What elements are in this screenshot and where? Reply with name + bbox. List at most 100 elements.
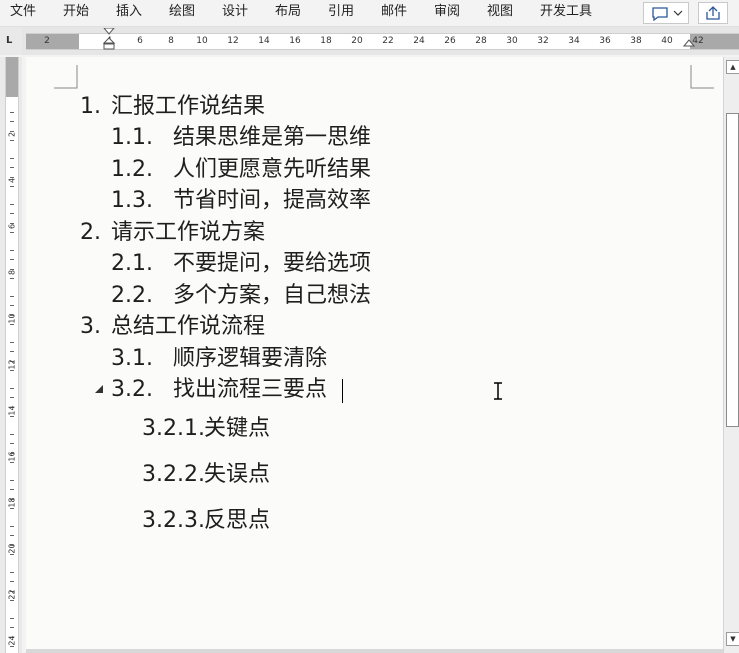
tab-design[interactable]: 设计	[222, 4, 248, 20]
list-text: 关键点	[204, 416, 271, 441]
ruler-number: 10	[196, 36, 208, 46]
document-page[interactable]: 1. 汇报工作说结果 1.1. 结果思维是第一思维 1.2. 人们更愿意先听结果…	[26, 57, 723, 653]
ruler-tick	[10, 305, 14, 307]
ruler-tick	[10, 443, 14, 445]
list-text: 总结工作说流程	[111, 314, 266, 339]
list-number: 3.2.3.	[142, 508, 205, 533]
ibeam-cursor-icon	[494, 382, 502, 400]
ruler-number: 6	[137, 36, 143, 46]
ruler-tick	[10, 489, 14, 491]
ruler-tick	[10, 259, 14, 261]
right-indent-marker-icon[interactable]	[683, 38, 695, 50]
share-button[interactable]	[698, 2, 728, 24]
tab-selector[interactable]: L	[0, 27, 22, 55]
list-text: 汇报工作说结果	[111, 94, 266, 119]
ruler-tick	[10, 388, 14, 390]
tab-insert[interactable]: 插入	[116, 4, 142, 20]
ruler-tick	[10, 213, 14, 215]
ruler-tick	[10, 351, 14, 353]
ruler-tick	[10, 112, 14, 114]
ruler-number: 20	[7, 543, 17, 554]
tab-home[interactable]: 开始	[63, 4, 89, 20]
ruler-tick	[10, 581, 14, 583]
collapse-triangle-icon[interactable]	[94, 384, 104, 394]
ruler-number: 12	[227, 36, 239, 46]
horizontal-scrollbar[interactable]	[26, 649, 723, 653]
list-text: 多个方案，自己想法	[173, 283, 372, 308]
ruler-number: 16	[289, 36, 301, 46]
ruler-number: 30	[506, 36, 518, 46]
tab-stop-label: L	[6, 35, 13, 46]
ruler-tick	[10, 121, 14, 123]
tab-file[interactable]: 文件	[10, 4, 36, 20]
ruler-number: 20	[351, 36, 363, 46]
ruler-number: 40	[661, 36, 673, 46]
ruler-number: 22	[382, 36, 394, 46]
ruler-tick	[10, 627, 14, 629]
page-corner-mark-left	[54, 65, 78, 89]
ruler-number: 2	[44, 36, 50, 46]
vertical-ruler[interactable]: 2 4 6 8 10 12 14 16 18 20 22 24	[0, 57, 22, 653]
tab-view[interactable]: 视图	[487, 4, 513, 20]
tab-draw[interactable]: 绘图	[169, 4, 195, 20]
vertical-scrollbar[interactable]: ▲ ▼	[723, 57, 739, 653]
tab-layout[interactable]: 布局	[275, 4, 301, 20]
comments-button[interactable]	[643, 2, 689, 24]
list-number: 3.1.	[111, 346, 153, 371]
list-text: 顺序逻辑要清除	[173, 346, 328, 371]
horizontal-ruler[interactable]: 24681012141618202224262830323436384042	[26, 28, 739, 50]
ruler-number: 22	[7, 589, 17, 600]
ruler-tick	[10, 204, 14, 206]
ruler-number: 2	[7, 131, 17, 138]
top-margin-area	[6, 57, 18, 97]
list-number: 3.2.2.	[142, 462, 205, 487]
horizontal-ruler-bar: L 24681012141618202224262830323436384042	[0, 27, 739, 55]
ruler-number: 24	[413, 36, 425, 46]
list-number: 3.2.1.	[142, 416, 205, 441]
list-text: 人们更愿意先听结果	[173, 157, 372, 182]
ruler-number: 10	[7, 313, 17, 324]
list-text: 反思点	[204, 508, 271, 533]
ruler-number: 32	[537, 36, 549, 46]
ruler-number: 4	[7, 177, 17, 184]
text-cursor	[342, 379, 343, 403]
list-text: 节省时间，提高效率	[173, 188, 372, 213]
ruler-number: 38	[630, 36, 642, 46]
list-text: 请示工作说方案	[111, 220, 266, 245]
scroll-up-button[interactable]: ▲	[726, 60, 739, 74]
ruler-tick	[10, 250, 14, 252]
tab-developer[interactable]: 开发工具	[540, 4, 592, 20]
tab-mailings[interactable]: 邮件	[381, 4, 407, 20]
tab-references[interactable]: 引用	[328, 4, 354, 20]
indent-marker-icon[interactable]	[102, 28, 116, 56]
list-number: 1.1.	[111, 125, 153, 150]
ruler-number: 34	[568, 36, 580, 46]
ruler-number: 8	[7, 269, 17, 276]
list-number: 3.	[80, 314, 101, 339]
list-number: 2.	[80, 220, 101, 245]
scroll-down-button[interactable]: ▼	[726, 632, 739, 646]
scrollbar-thumb[interactable]	[726, 113, 739, 427]
list-number: 1.	[80, 94, 101, 119]
ruler-tick	[10, 397, 14, 399]
ruler-tick	[10, 572, 14, 574]
ruler-tick	[10, 535, 14, 537]
ruler-tick	[10, 342, 14, 344]
ruler-number: 14	[7, 405, 17, 416]
ruler-number: 18	[320, 36, 332, 46]
ruler-tick	[10, 526, 14, 528]
ruler-tick	[10, 167, 14, 169]
ribbon-tab-bar: 文件 开始 插入 绘图 设计 布局 引用 邮件 审阅 视图 开发工具	[0, 0, 739, 27]
share-icon	[706, 6, 720, 20]
list-text: 找出流程三要点	[173, 377, 328, 402]
ruler-number: 8	[168, 36, 174, 46]
page-corner-mark-right	[690, 65, 714, 89]
ruler-number: 36	[599, 36, 611, 46]
ruler-number: 18	[7, 497, 17, 508]
ruler-number: 14	[258, 36, 270, 46]
ruler-tick	[10, 158, 14, 160]
vertical-ruler-track: 2 4 6 8 10 12 14 16 18 20 22 24	[5, 57, 19, 653]
list-number: 1.3.	[111, 188, 153, 213]
tab-review[interactable]: 审阅	[434, 4, 460, 20]
ruler-tick	[10, 618, 14, 620]
